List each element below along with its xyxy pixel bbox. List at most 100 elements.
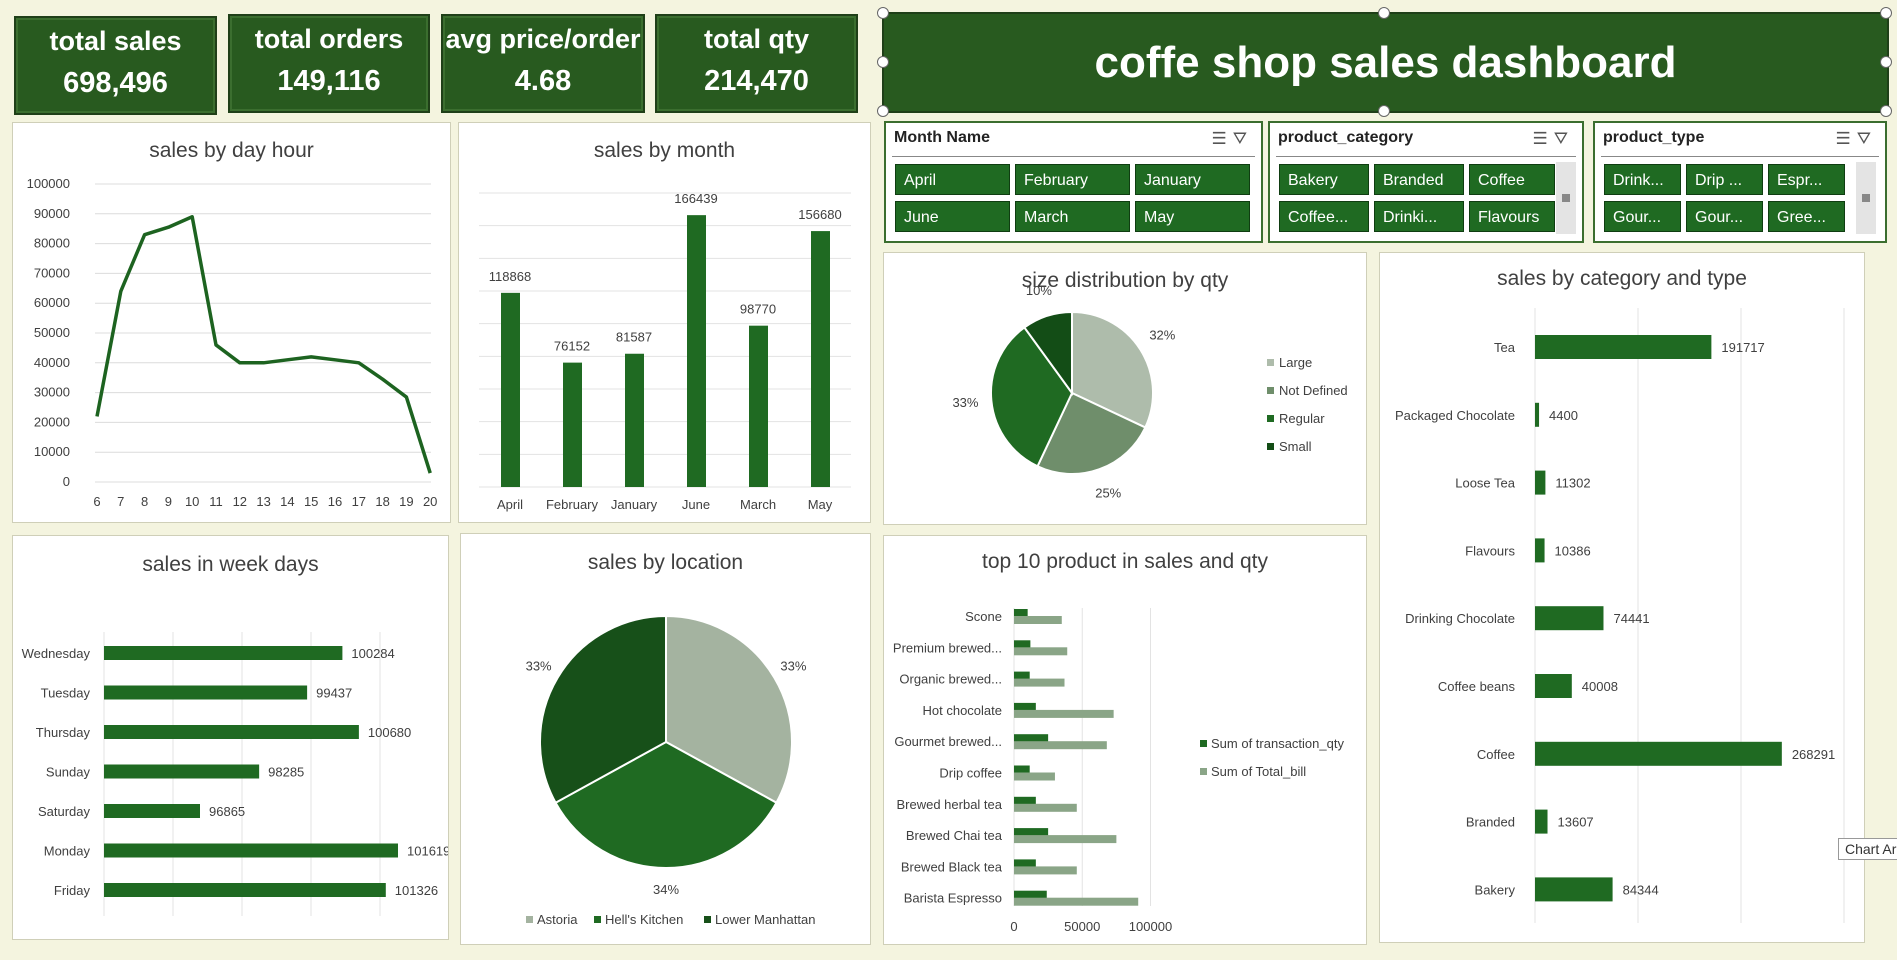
slicer-item[interactable]: Drip ... [1686, 164, 1763, 195]
resize-handle[interactable] [1880, 56, 1892, 68]
slicer-item[interactable]: Branded [1374, 164, 1464, 195]
slicer-item[interactable]: March [1015, 201, 1130, 232]
x-tick-label: March [740, 497, 776, 512]
slicer-item[interactable]: Coffee [1469, 164, 1555, 195]
slicer-product-type[interactable]: product_type ☰⛛ Drink... Drip ... Espr..… [1593, 121, 1887, 243]
bar [1014, 616, 1062, 624]
slicer-month[interactable]: Month Name ☰⛛ April February January Jun… [884, 121, 1263, 243]
slicer-item[interactable]: Gour... [1604, 201, 1681, 232]
resize-handle[interactable] [1880, 105, 1892, 117]
slicer-item[interactable]: Drinki... [1374, 201, 1464, 232]
slicer-item[interactable]: Flavours [1469, 201, 1555, 232]
legend-swatch [1267, 415, 1274, 422]
multi-select-icon[interactable]: ☰ [1211, 129, 1232, 148]
chart-area-tooltip: Chart Ar [1838, 838, 1897, 860]
resize-handle[interactable] [1880, 7, 1892, 19]
slicer-item[interactable]: Gour... [1686, 201, 1763, 232]
slicer-title: product_type [1603, 129, 1705, 146]
series-line [95, 215, 432, 474]
chart-sales-by-category[interactable]: sales by category and type 191717 Tea 4400… [1379, 252, 1865, 943]
chart-sales-by-month[interactable]: sales by month 118868 April 76152 February 8… [458, 122, 871, 523]
chart-top-10-products[interactable]: top 10 product in sales and qty 0 50000 10… [883, 535, 1367, 945]
chart-size-distribution[interactable]: size distribution by qty 32% 25% 33% 10% Lar… [883, 252, 1367, 525]
data-label: 4400 [1549, 408, 1578, 423]
slicer-item[interactable]: Gree... [1768, 201, 1845, 232]
x-tick-label: 18 [375, 494, 389, 509]
bar [1014, 741, 1107, 750]
scrollbar-thumb[interactable] [1862, 194, 1870, 202]
slicer-item[interactable]: May [1135, 201, 1250, 232]
x-tick-label: February [546, 497, 599, 512]
bar [811, 231, 830, 487]
multi-select-icon[interactable]: ☰ [1532, 129, 1553, 148]
kpi-value: 698,496 [63, 67, 168, 99]
data-label: 74441 [1613, 611, 1649, 626]
x-tick-label: 14 [280, 494, 294, 509]
slicer-product-category[interactable]: product_category ☰⛛ Bakery Branded Coffe… [1268, 121, 1584, 243]
data-label: 118868 [489, 269, 531, 284]
clear-filter-icon[interactable]: ⛛ [1233, 129, 1253, 148]
resize-handle[interactable] [1378, 7, 1390, 19]
chart-sales-in-week-days[interactable]: sales in week days 100284 Wednesday 99437 T… [12, 535, 449, 940]
y-tick-label: 0 [63, 474, 70, 489]
x-tick-label: 6 [93, 494, 100, 509]
data-label: 76152 [554, 339, 590, 354]
y-tick-label: 30000 [34, 385, 70, 400]
dashboard-title[interactable]: coffe shop sales dashboard [882, 12, 1889, 113]
resize-handle[interactable] [877, 56, 889, 68]
slicer-item[interactable]: January [1135, 164, 1250, 195]
y-tick-label: Brewed Chai tea [906, 828, 1003, 843]
multi-select-icon[interactable]: ☰ [1835, 129, 1856, 148]
slicer-header-icons: ☰⛛ [1532, 129, 1574, 149]
bar [1014, 609, 1028, 617]
slicer-item[interactable]: Coffee... [1279, 201, 1369, 232]
x-tick-label: 13 [256, 494, 270, 509]
data-label: 99437 [316, 686, 352, 701]
bar [104, 804, 200, 818]
slicer-item[interactable]: Espr... [1768, 164, 1845, 195]
slicer-item[interactable]: February [1015, 164, 1130, 195]
y-tick-label: Flavours [1465, 543, 1515, 558]
bar [104, 764, 260, 779]
bar [1535, 741, 1782, 766]
clear-filter-icon[interactable]: ⛛ [1857, 129, 1877, 148]
kpi-value: 149,116 [277, 65, 381, 97]
bar-chart: 191717 Tea 4400 Packaged Chocolate 11302 Loos… [1395, 308, 1845, 923]
y-tick-label: Drinking Chocolate [1405, 611, 1515, 626]
y-tick-label: 100000 [27, 176, 70, 191]
x-tick-label: January [611, 497, 658, 512]
bar [749, 325, 768, 487]
slicer-divider [1276, 156, 1576, 157]
y-tick-label: Gourmet brewed... [894, 734, 1002, 749]
x-tick-label: June [682, 497, 710, 512]
slicer-scrollbar[interactable] [1556, 162, 1576, 234]
bar [1014, 678, 1065, 687]
data-label: 11302 [1555, 476, 1590, 491]
y-tick-label: 70000 [34, 265, 70, 280]
chart-sales-by-location[interactable]: sales by location 33% 34% 33% Astoria Hell's… [460, 533, 871, 945]
x-tick-label: 9 [165, 494, 172, 509]
bar-chart: 118868 April 76152 February 81587 January 1664… [479, 191, 851, 512]
y-tick-label: 50000 [34, 325, 70, 340]
bar [563, 362, 582, 487]
kpi-value: 4.68 [514, 65, 572, 97]
bar [1535, 335, 1712, 359]
clear-filter-icon[interactable]: ⛛ [1554, 129, 1574, 148]
slicer-item[interactable]: June [895, 201, 1010, 232]
kpi-total-qty: total qty 214,470 [655, 14, 858, 113]
slicer-item[interactable]: April [895, 164, 1010, 195]
slicer-item[interactable]: Bakery [1279, 164, 1369, 195]
data-label: 98770 [740, 302, 776, 317]
resize-handle[interactable] [1378, 105, 1390, 117]
x-tick-label: 7 [117, 494, 124, 509]
kpi-label: total qty [704, 24, 809, 54]
resize-handle[interactable] [877, 105, 889, 117]
x-tick-label: May [808, 497, 833, 512]
resize-handle[interactable] [877, 7, 889, 19]
y-tick-label: Hot chocolate [923, 703, 1003, 718]
data-label: 10386 [1555, 543, 1591, 558]
chart-sales-by-day-hour[interactable]: sales by day hour 0 10000 20000 30000 40000 5… [12, 122, 451, 523]
slicer-scrollbar[interactable] [1856, 162, 1876, 234]
scrollbar-thumb[interactable] [1562, 194, 1570, 202]
slicer-item[interactable]: Drink... [1604, 164, 1681, 195]
